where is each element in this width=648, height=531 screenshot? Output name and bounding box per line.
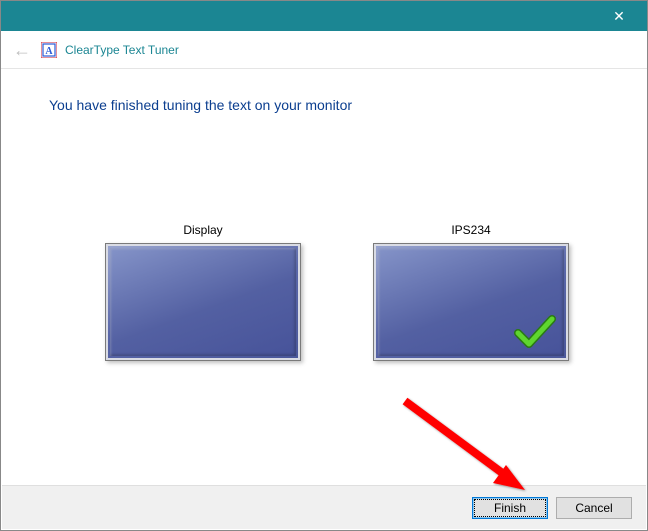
checkmark-icon [514, 313, 556, 354]
cancel-button[interactable]: Cancel [556, 497, 632, 519]
content-area: You have finished tuning the text on you… [1, 69, 647, 361]
monitors-row: Display IPS234 [49, 223, 607, 361]
close-icon[interactable]: ✕ [599, 1, 639, 31]
page-headline: You have finished tuning the text on you… [49, 97, 607, 113]
monitor-thumbnail-selected[interactable] [373, 243, 569, 361]
monitor-thumbnail[interactable] [105, 243, 301, 361]
window-title: ClearType Text Tuner [65, 43, 179, 57]
monitor-left: Display [105, 223, 301, 361]
app-icon: A [41, 42, 57, 58]
finish-button[interactable]: Finish [472, 497, 548, 519]
monitor-left-label: Display [183, 223, 222, 237]
titlebar: ✕ [1, 1, 647, 31]
monitor-right-label: IPS234 [451, 223, 490, 237]
svg-text:A: A [45, 46, 53, 57]
footer: Finish Cancel [2, 485, 646, 529]
monitor-right: IPS234 [373, 223, 569, 361]
header: ← A ClearType Text Tuner [1, 31, 647, 69]
back-arrow-icon: ← [11, 41, 37, 59]
